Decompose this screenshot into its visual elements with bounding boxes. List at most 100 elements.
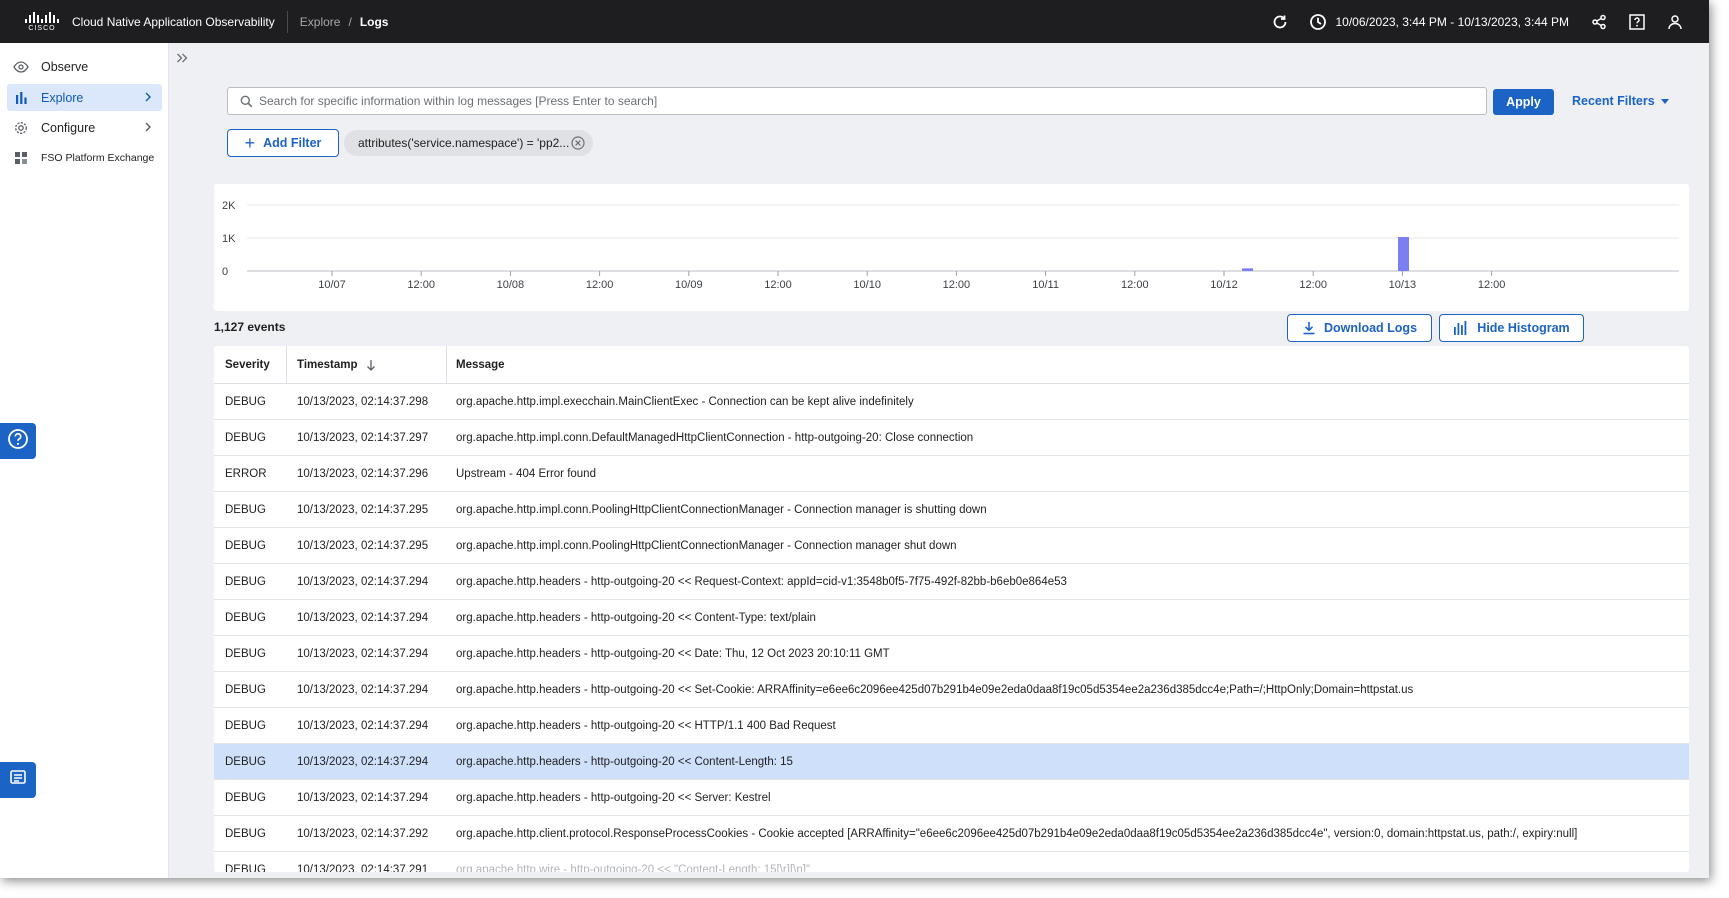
table-row[interactable]: DEBUG 10/13/2023, 02:14:37.295 org.apache.… (214, 492, 1689, 528)
log-search-bar[interactable] (227, 87, 1487, 115)
app-title[interactable]: Cloud Native Application Observability (72, 15, 275, 29)
sidebar-item-configure[interactable]: Configure (7, 114, 162, 141)
table-row[interactable]: DEBUG 10/13/2023, 02:14:37.298 org.apache.… (214, 384, 1689, 420)
help-tab[interactable] (0, 423, 36, 459)
message-cell: org.apache.http.headers - http-outgoing-… (456, 720, 836, 732)
severity-cell: DEBUG (225, 504, 266, 516)
cisco-logo[interactable]: CISCO (16, 11, 68, 32)
clock-icon[interactable] (1308, 12, 1328, 32)
cisco-logo-text: CISCO (28, 24, 56, 32)
sort-descending-icon[interactable] (366, 359, 376, 371)
timestamp-cell: 10/13/2023, 02:14:37.297 (297, 432, 429, 444)
timestamp-cell: 10/13/2023, 02:14:37.294 (297, 648, 429, 660)
x-tick-label: 12:00 (1121, 279, 1149, 291)
severity-cell: DEBUG (225, 576, 266, 588)
feedback-tab[interactable] (0, 762, 36, 798)
table-row[interactable]: DEBUG 10/13/2023, 02:14:37.292 org.apache.… (214, 816, 1689, 852)
date-range-picker[interactable]: 10/06/2023, 3:44 PM - 10/13/2023, 3:44 P… (1336, 15, 1570, 29)
x-tick-label: 10/11 (1032, 279, 1059, 291)
table-row[interactable]: DEBUG 10/13/2023, 02:14:37.295 org.apache.… (214, 528, 1689, 564)
x-tick-label: 10/13 (1389, 279, 1417, 291)
hide-histogram-button[interactable]: Hide Histogram (1439, 314, 1584, 342)
chevron-right-icon (144, 91, 152, 106)
column-divider (286, 346, 287, 384)
gear-icon (13, 120, 29, 136)
message-cell: org.apache.http.headers - http-outgoing-… (456, 576, 1067, 588)
table-row[interactable]: DEBUG 10/13/2023, 02:14:37.291 org.apache.… (214, 852, 1689, 872)
table-row[interactable]: DEBUG 10/13/2023, 02:14:37.294 org.apache.… (214, 600, 1689, 636)
add-filter-button[interactable]: + Add Filter (227, 129, 339, 157)
eye-icon (13, 59, 29, 75)
x-tick-label: 10/09 (675, 279, 703, 291)
column-header-timestamp[interactable]: Timestamp (297, 346, 376, 384)
sidebar-item-explore[interactable]: Explore (7, 84, 162, 111)
breadcrumb-logs: Logs (359, 14, 389, 29)
column-header-severity[interactable]: Severity (225, 346, 270, 384)
severity-cell: DEBUG (225, 792, 266, 804)
timestamp-cell: 10/13/2023, 02:14:37.295 (297, 540, 429, 552)
table-row[interactable]: DEBUG 10/13/2023, 02:14:37.294 org.apache.… (214, 564, 1689, 600)
table-row[interactable]: DEBUG 10/13/2023, 02:14:37.294 org.apache.… (214, 708, 1689, 744)
share-icon[interactable] (1589, 12, 1609, 32)
filter-chip-label: attributes('service.namespace') = 'pp2..… (358, 136, 570, 150)
x-tick-label: 10/10 (853, 279, 881, 291)
message-cell: org.apache.http.impl.execchain.MainClien… (456, 396, 914, 408)
log-histogram-chart: 2K 1K 0 10/07 12:00 10/08 12:00 10/09 12:00 10/10… (222, 200, 1679, 291)
timestamp-cell: 10/13/2023, 02:14:37.294 (297, 612, 429, 624)
help-icon[interactable] (1627, 12, 1647, 32)
table-row[interactable]: ERROR 10/13/2023, 02:14:37.296 Upstream - … (214, 456, 1689, 492)
refresh-icon[interactable] (1270, 12, 1290, 32)
severity-cell: ERROR (225, 468, 267, 480)
message-cell: Upstream - 404 Error found (456, 468, 596, 480)
breadcrumb-separator: / (348, 14, 352, 29)
message-cell: org.apache.http.client.protocol.Response… (456, 828, 1578, 840)
user-icon[interactable] (1665, 12, 1685, 32)
event-count: 1,127 events (214, 320, 286, 334)
message-cell: org.apache.http.headers - http-outgoing-… (456, 648, 890, 660)
table-row[interactable]: DEBUG 10/13/2023, 02:14:37.294 org.apache.… (214, 672, 1689, 708)
hide-histogram-label: Hide Histogram (1477, 321, 1570, 335)
search-icon (240, 95, 253, 108)
severity-cell: DEBUG (225, 648, 266, 660)
x-tick-label: 12:00 (407, 279, 435, 291)
histogram-icon (1453, 321, 1477, 335)
sidebar-item-fso-platform-exchange[interactable]: FSO Platform Exchange (7, 144, 162, 171)
message-cell: org.apache.http.wire - http-outgoing-20 … (456, 864, 811, 872)
x-tick-label: 10/07 (318, 279, 346, 291)
expand-panel-icon[interactable] (176, 50, 188, 68)
add-filter-label: Add Filter (263, 136, 322, 150)
severity-cell: DEBUG (225, 432, 266, 444)
severity-cell: DEBUG (225, 684, 266, 696)
timestamp-cell: 10/13/2023, 02:14:37.295 (297, 504, 429, 516)
download-logs-button[interactable]: Download Logs (1287, 314, 1432, 342)
timestamp-cell: 10/13/2023, 02:14:37.292 (297, 828, 429, 840)
timestamp-cell: 10/13/2023, 02:14:37.291 (297, 864, 429, 872)
table-row[interactable]: DEBUG 10/13/2023, 02:14:37.294 org.apache.… (214, 780, 1689, 816)
grid-icon (13, 150, 29, 166)
column-header-message[interactable]: Message (456, 346, 505, 384)
histogram-card: 2K 1K 0 10/07 12:00 10/08 12:00 10/09 12:00 10/10… (214, 184, 1689, 311)
download-logs-label: Download Logs (1323, 321, 1418, 335)
table-row[interactable]: DEBUG 10/13/2023, 02:14:37.294 org.apache.… (214, 744, 1689, 780)
sidebar-item-observe[interactable]: Observe (7, 53, 162, 80)
message-cell: org.apache.http.headers - http-outgoing-… (456, 756, 793, 768)
recent-filters-dropdown[interactable]: Recent Filters (1572, 94, 1669, 108)
plus-icon: + (244, 133, 256, 153)
table-row[interactable]: DEBUG 10/13/2023, 02:14:37.297 org.apache.… (214, 420, 1689, 456)
top-bar: CISCO Cloud Native Application Observabi… (0, 0, 1709, 43)
apply-button[interactable]: Apply (1493, 89, 1554, 115)
x-tick-label: 10/08 (497, 279, 525, 291)
timestamp-cell: 10/13/2023, 02:14:37.294 (297, 576, 429, 588)
remove-filter-icon[interactable] (571, 136, 585, 153)
table-row[interactable]: DEBUG 10/13/2023, 02:14:37.294 org.apache.… (214, 636, 1689, 672)
sidebar-item-label: FSO Platform Exchange (41, 151, 155, 164)
breadcrumb-explore[interactable]: Explore (300, 15, 341, 29)
question-circle-icon (7, 428, 29, 455)
severity-cell: DEBUG (225, 864, 266, 872)
filter-chip[interactable]: attributes('service.namespace') = 'pp2..… (344, 130, 593, 156)
header-divider (286, 10, 288, 33)
x-tick-label: 12:00 (943, 279, 971, 291)
search-input[interactable] (259, 94, 1459, 108)
app-window: CISCO Cloud Native Application Observabi… (0, 0, 1709, 878)
sidebar-item-label: Explore (41, 90, 84, 105)
